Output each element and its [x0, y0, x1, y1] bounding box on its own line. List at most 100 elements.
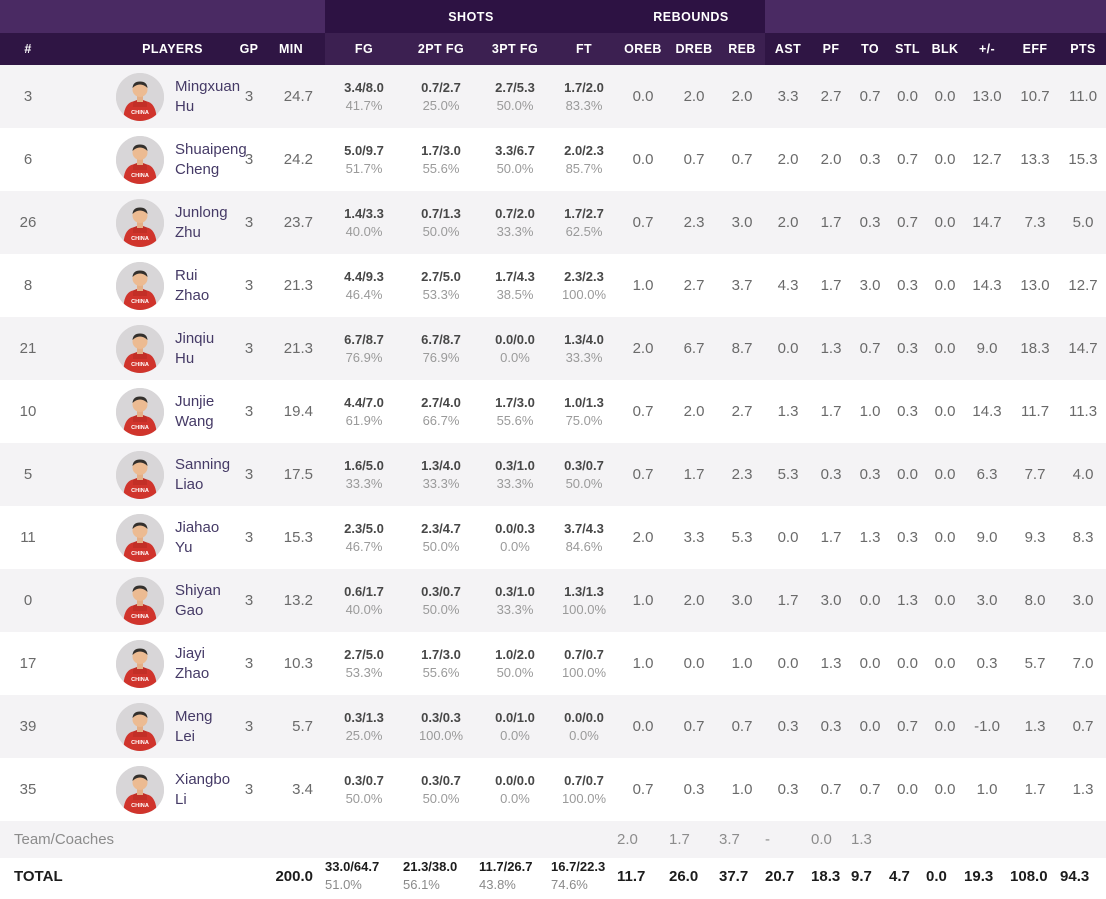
player-row[interactable]: 6 CHINA Shuaipeng Cheng 3 24.2 — [0, 128, 1106, 191]
player-cell[interactable]: CHINA Jiahao Yu — [56, 506, 229, 569]
player-name[interactable]: Xiangbo Li — [175, 770, 230, 809]
player-cell[interactable]: CHINA Rui Zhao — [56, 254, 229, 317]
ft-made-attempted: 1.7/2.0 — [551, 79, 617, 97]
min-value: 21.3 — [269, 317, 325, 380]
player-cell[interactable]: CHINA Shiyan Gao — [56, 569, 229, 632]
fg-made-attempted: 4.4/7.0 — [325, 394, 403, 412]
svg-text:CHINA: CHINA — [131, 236, 149, 242]
player-cell[interactable]: CHINA Meng Lei — [56, 695, 229, 758]
player-row[interactable]: 21 CHINA Jinqiu Hu 3 21.3 — [0, 317, 1106, 380]
header-spacer-right — [765, 0, 1106, 33]
col-ft: FT — [551, 33, 617, 65]
player-row[interactable]: 3 CHINA Mingxuan Hu 3 24.7 — [0, 65, 1106, 128]
player-name[interactable]: Rui Zhao — [175, 266, 229, 305]
ast-value: 5.3 — [765, 443, 811, 506]
3pt-made-attempted: 0.0/0.0 — [479, 331, 551, 349]
player-cell[interactable]: CHINA Shuaipeng Cheng — [56, 128, 229, 191]
player-row[interactable]: 0 CHINA Shiyan Gao 3 13.2 — [0, 569, 1106, 632]
blk-value: 0.0 — [926, 632, 964, 695]
ft-percentage: 100.0% — [551, 790, 617, 808]
total-fg-cell: 33.0/64.7 51.0% — [325, 858, 403, 894]
dreb-value: 0.0 — [669, 632, 719, 695]
ft-percentage: 100.0% — [551, 664, 617, 682]
min-value: 21.3 — [269, 254, 325, 317]
player-row[interactable]: 10 CHINA Junjie Wang 3 19.4 — [0, 380, 1106, 443]
to-value: 1.3 — [851, 506, 889, 569]
player-cell[interactable]: CHINA Junlong Zhu — [56, 191, 229, 254]
player-row[interactable]: 11 CHINA Jiahao Yu 3 15.3 — [0, 506, 1106, 569]
player-row[interactable]: 17 CHINA Jiayi Zhao 3 10.3 — [0, 632, 1106, 695]
player-row[interactable]: 5 CHINA Sanning Liao 3 17.5 — [0, 443, 1106, 506]
player-cell[interactable]: CHINA Jiayi Zhao — [56, 632, 229, 695]
player-name[interactable]: Meng Lei — [175, 707, 229, 746]
total-ft-pct: 74.6% — [551, 876, 617, 894]
fg-cell: 1.4/3.3 40.0% — [325, 191, 403, 254]
player-name[interactable]: Sanning Liao — [175, 455, 230, 494]
col-stl: STL — [889, 33, 926, 65]
svg-text:CHINA: CHINA — [131, 740, 149, 746]
min-value: 19.4 — [269, 380, 325, 443]
blk-value: 0.0 — [926, 758, 964, 821]
table-footer: Team/Coaches 2.0 1.7 3.7 - 0.0 1.3 TOTAL… — [0, 821, 1106, 894]
player-name[interactable]: Mingxuan Hu — [175, 77, 240, 116]
eff-value: 9.3 — [1010, 506, 1060, 569]
player-row[interactable]: 26 CHINA Junlong Zhu 3 23.7 — [0, 191, 1106, 254]
jersey-number: 39 — [0, 695, 56, 758]
team-pf: 0.0 — [811, 821, 851, 858]
oreb-value: 0.7 — [617, 443, 669, 506]
pf-value: 1.3 — [811, 317, 851, 380]
3pt-fg-cell: 1.7/4.3 38.5% — [479, 254, 551, 317]
ast-value: 2.0 — [765, 128, 811, 191]
eff-value: 1.7 — [1010, 758, 1060, 821]
2pt-made-attempted: 1.7/3.0 — [403, 646, 479, 664]
player-row[interactable]: 35 CHINA Xiangbo Li 3 3.4 — [0, 758, 1106, 821]
player-name[interactable]: Junjie Wang — [175, 392, 229, 431]
pts-value: 4.0 — [1060, 443, 1106, 506]
blk-value: 0.0 — [926, 191, 964, 254]
player-name[interactable]: Jinqiu Hu — [175, 329, 229, 368]
player-name[interactable]: Jiayi Zhao — [175, 644, 229, 683]
3pt-percentage: 50.0% — [479, 97, 551, 115]
fg-cell: 2.3/5.0 46.7% — [325, 506, 403, 569]
player-cell[interactable]: CHINA Sanning Liao — [56, 443, 229, 506]
pf-value: 2.0 — [811, 128, 851, 191]
3pt-percentage: 50.0% — [479, 160, 551, 178]
plus-minus-value: 6.3 — [964, 443, 1010, 506]
player-name[interactable]: Shuaipeng Cheng — [175, 140, 247, 179]
2pt-made-attempted: 0.3/0.7 — [403, 772, 479, 790]
player-name[interactable]: Jiahao Yu — [175, 518, 229, 557]
player-name[interactable]: Shiyan Gao — [175, 581, 229, 620]
player-cell[interactable]: CHINA Xiangbo Li — [56, 758, 229, 821]
player-avatar-icon: CHINA — [116, 388, 164, 436]
col-gp: GP — [229, 33, 269, 65]
player-row[interactable]: 8 CHINA Rui Zhao 3 21.3 — [0, 254, 1106, 317]
box-score-table: SHOTS REBOUNDS # PLAYERS GP MIN FG 2PT F… — [0, 0, 1106, 894]
ft-made-attempted: 3.7/4.3 — [551, 520, 617, 538]
ft-percentage: 84.6% — [551, 538, 617, 556]
oreb-value: 2.0 — [617, 317, 669, 380]
total-gp-empty — [229, 858, 269, 894]
player-cell[interactable]: CHINA Mingxuan Hu — [56, 65, 229, 128]
fg-made-attempted: 5.0/9.7 — [325, 142, 403, 160]
pf-value: 1.7 — [811, 380, 851, 443]
to-value: 3.0 — [851, 254, 889, 317]
ft-percentage: 100.0% — [551, 286, 617, 304]
fg-percentage: 61.9% — [325, 412, 403, 430]
to-value: 0.3 — [851, 443, 889, 506]
gp-value: 3 — [229, 443, 269, 506]
jersey-number: 17 — [0, 632, 56, 695]
stl-value: 0.3 — [889, 254, 926, 317]
ft-percentage: 75.0% — [551, 412, 617, 430]
player-row[interactable]: 39 CHINA Meng Lei 3 5.7 — [0, 695, 1106, 758]
total-label: TOTAL — [0, 858, 229, 894]
player-cell[interactable]: CHINA Junjie Wang — [56, 380, 229, 443]
player-cell[interactable]: CHINA Jinqiu Hu — [56, 317, 229, 380]
min-value: 24.7 — [269, 65, 325, 128]
total-3pt-cell: 11.7/26.7 43.8% — [479, 858, 551, 894]
player-name[interactable]: Junlong Zhu — [175, 203, 229, 242]
fg-percentage: 40.0% — [325, 601, 403, 619]
dreb-value: 2.0 — [669, 569, 719, 632]
fg-made-attempted: 1.4/3.3 — [325, 205, 403, 223]
svg-text:CHINA: CHINA — [131, 173, 149, 179]
dreb-value: 6.7 — [669, 317, 719, 380]
